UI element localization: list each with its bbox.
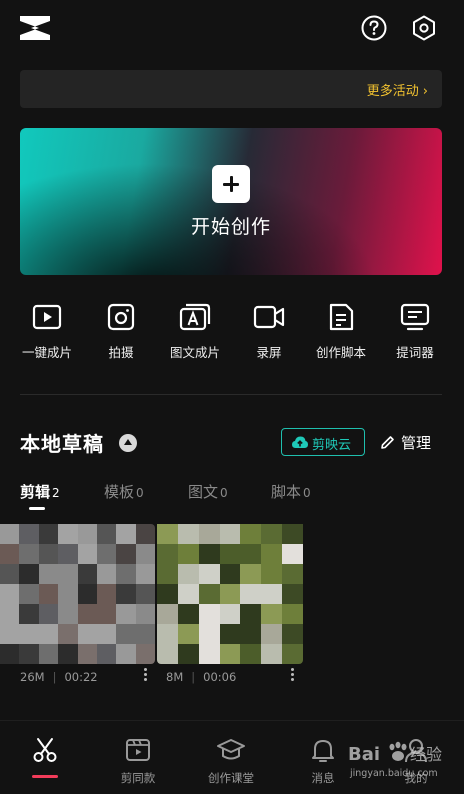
section-divider <box>20 394 442 395</box>
text-image-icon <box>179 303 211 331</box>
bell-icon <box>312 740 334 762</box>
nav-active-indicator <box>32 775 58 778</box>
nav-label: 创作课堂 <box>208 771 254 785</box>
tool-label: 图文成片 <box>169 345 220 360</box>
tab-image-text[interactable]: 图文 0 <box>188 481 228 502</box>
tab-count: 0 <box>303 486 311 500</box>
teleprompter-icon <box>400 303 430 331</box>
nav-creation-class[interactable]: 创作课堂 <box>191 736 271 786</box>
draft-duration: 00:06 <box>203 670 237 684</box>
tab-count: 0 <box>220 486 228 500</box>
tab-count: 2 <box>52 486 60 500</box>
tool-label: 一键成片 <box>21 345 72 360</box>
nav-edit[interactable] <box>5 736 85 764</box>
template-clapper-icon <box>126 739 150 761</box>
baidu-watermark: Bai 经验 jingyan.baidu.com <box>346 738 458 788</box>
tab-count: 0 <box>136 486 144 500</box>
play-frame-icon <box>32 304 62 330</box>
tool-label: 拍摄 <box>108 345 134 360</box>
capcut-cloud-button[interactable]: 剪映云 <box>281 428 365 456</box>
active-tab-indicator <box>29 507 45 510</box>
baidu-paw-logo: Bai 经验 <box>348 741 442 765</box>
tab-label: 模板 <box>104 483 135 501</box>
help-icon[interactable] <box>360 14 388 42</box>
more-activities-link[interactable]: 更多活动 › <box>367 80 428 99</box>
camera-icon <box>107 303 135 331</box>
pencil-icon <box>381 436 394 449</box>
svg-text:Bai: Bai <box>348 744 380 765</box>
graduation-cap-icon <box>217 739 245 760</box>
tool-label: 提词器 <box>396 345 434 360</box>
video-record-icon <box>253 305 285 329</box>
plus-icon <box>212 165 250 203</box>
watermark-url: jingyan.baidu.com <box>350 768 438 779</box>
scissors-icon <box>33 738 57 762</box>
tool-creation-script[interactable]: 创作脚本 <box>304 302 378 361</box>
tool-teleprompter[interactable]: 提词器 <box>378 302 452 361</box>
start-creating-button[interactable]: 开始创作 <box>20 128 442 275</box>
settings-icon[interactable] <box>410 14 438 42</box>
cloud-upload-icon <box>292 436 308 448</box>
nav-label: 剪同款 <box>120 771 156 785</box>
activity-banner[interactable]: 更多活动 › <box>20 70 442 108</box>
draft-thumbnail[interactable] <box>157 524 303 664</box>
draft-more-icon[interactable] <box>142 668 148 682</box>
tab-script[interactable]: 脚本 0 <box>271 481 311 502</box>
tool-label: 创作脚本 <box>315 345 366 360</box>
draft-meta: 8M | 00:06 <box>166 670 237 684</box>
tool-screen-record[interactable]: 录屏 <box>232 302 306 361</box>
tab-edit[interactable]: 剪辑 2 <box>20 481 60 502</box>
chevron-right-icon: › <box>422 84 428 99</box>
collapse-up-icon[interactable] <box>119 434 137 452</box>
draft-meta: 26M | 00:22 <box>20 670 98 684</box>
nav-template[interactable]: 剪同款 <box>98 736 178 786</box>
tab-label: 剪辑 <box>20 483 51 501</box>
bottom-nav-divider <box>0 720 464 721</box>
draft-more-icon[interactable] <box>289 668 295 682</box>
tab-template[interactable]: 模板 0 <box>104 481 144 502</box>
tool-one-click-video[interactable]: 一键成片 <box>10 302 84 361</box>
tab-label: 脚本 <box>271 483 302 501</box>
draft-duration: 00:22 <box>64 670 98 684</box>
cloud-label: 剪映云 <box>312 438 352 453</box>
tool-text-to-video[interactable]: 图文成片 <box>158 302 232 361</box>
draft-size: 26M <box>20 670 45 684</box>
capcut-logo-icon <box>18 14 52 42</box>
draft-size: 8M <box>166 670 184 684</box>
tool-label: 录屏 <box>256 345 282 360</box>
svg-text:经验: 经验 <box>410 745 442 764</box>
tool-camera[interactable]: 拍摄 <box>84 302 158 361</box>
manage-label: 管理 <box>401 434 432 452</box>
more-activities-label: 更多活动 <box>366 84 419 99</box>
local-drafts-title: 本地草稿 <box>20 432 104 456</box>
tab-label: 图文 <box>188 483 219 501</box>
start-creating-label: 开始创作 <box>190 216 271 238</box>
manage-button[interactable]: 管理 <box>380 432 431 453</box>
script-doc-icon <box>329 303 354 331</box>
draft-thumbnail[interactable] <box>0 524 155 664</box>
